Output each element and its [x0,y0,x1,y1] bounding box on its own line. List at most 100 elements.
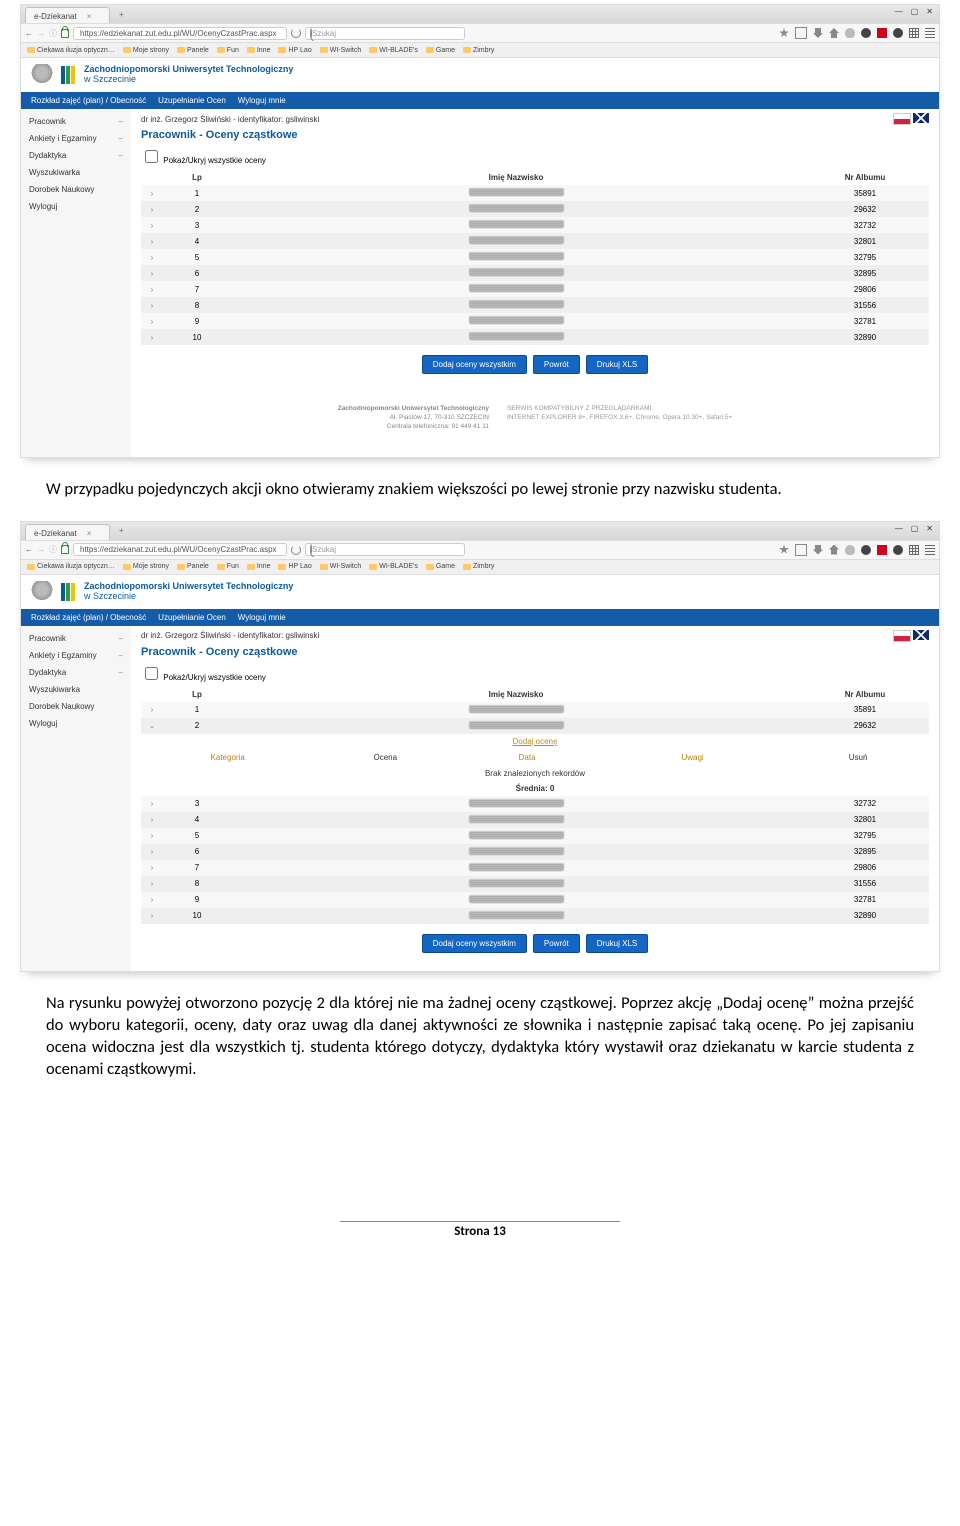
expand-toggle[interactable]: › [151,879,154,888]
flag-pl-icon[interactable] [893,113,911,125]
expand-toggle[interactable]: › [151,285,154,294]
extension2-icon[interactable] [893,545,903,555]
expand-toggle[interactable]: › [151,317,154,326]
th-date[interactable]: Data [456,749,598,766]
bookmark-item[interactable]: HP Lao [278,563,311,570]
pocket-icon[interactable] [795,544,807,556]
print-xls-button[interactable]: Drukuj XLS [586,934,648,953]
toggle-all-grades[interactable]: Pokaż/Ukryj wszystkie oceny [141,147,929,166]
flag-uk-icon[interactable] [913,113,929,123]
new-tab-button[interactable]: + [114,5,128,23]
window-minimize-button[interactable]: — [895,524,903,540]
sidebar-item-wyszukiwarka[interactable]: Wyszukiwarka [21,681,131,698]
extension-icon[interactable] [861,545,871,555]
adblock-icon[interactable] [877,545,887,555]
expand-toggle[interactable]: › [151,221,154,230]
window-minimize-button[interactable]: — [895,7,903,23]
home-icon[interactable] [829,545,839,555]
bookmark-item[interactable]: Inne [247,47,271,54]
bookmark-star-icon[interactable] [779,545,789,555]
toggle-all-grades[interactable]: Pokaż/Ukryj wszystkie oceny [141,664,929,683]
flag-uk-icon[interactable] [913,630,929,640]
add-grade-link[interactable]: Dodaj ocenę [141,734,929,749]
expand-toggle[interactable]: › [151,831,154,840]
toggle-checkbox[interactable] [145,667,158,680]
bookmark-item[interactable]: Inne [247,563,271,570]
bookmark-item[interactable]: Ciekawa iluzja optyczn… [27,47,115,54]
pocket-icon[interactable] [795,27,807,39]
nav-rozklad[interactable]: Rozkład zajęć (plan) / Obecność [31,96,146,105]
reload-button[interactable] [291,545,301,555]
downloads-icon[interactable] [813,28,823,38]
sidebar-item-dydaktyka[interactable]: Dydaktyka– [21,147,131,164]
bookmark-item[interactable]: WI-BLADE's [369,47,418,54]
back-button[interactable]: ← [25,545,33,554]
tab-close-icon[interactable]: × [87,529,92,538]
sidebar-item-pracownik[interactable]: Pracownik– [21,113,131,130]
bookmark-star-icon[interactable] [779,28,789,38]
expand-toggle[interactable]: › [151,237,154,246]
tab-close-icon[interactable]: × [87,12,92,21]
forward-button[interactable]: → [37,545,45,554]
th-category[interactable]: Kategoria [141,749,314,766]
home-icon[interactable] [829,28,839,38]
weather-icon[interactable] [845,545,855,555]
expand-toggle[interactable]: › [151,847,154,856]
expand-toggle[interactable]: › [151,911,154,920]
adblock-icon[interactable] [877,28,887,38]
add-all-button[interactable]: Dodaj oceny wszystkim [422,934,527,953]
bookmark-item[interactable]: Game [426,47,455,54]
flag-pl-icon[interactable] [893,630,911,642]
expand-toggle[interactable]: › [151,269,154,278]
bookmark-item[interactable]: Panele [177,47,209,54]
bookmark-item[interactable]: Zimbry [463,563,494,570]
sidebar-item-pracownik[interactable]: Pracownik– [21,630,131,647]
bookmark-item[interactable]: Game [426,563,455,570]
window-maximize-button[interactable]: ▢ [911,524,919,540]
url-field[interactable]: https://edziekanat.zut.edu.pl/WU/OcenyCz… [73,27,287,40]
weather-icon[interactable] [845,28,855,38]
add-all-button[interactable]: Dodaj oceny wszystkim [422,355,527,374]
sidebar-item-dorobek[interactable]: Dorobek Naukowy [21,698,131,715]
sidebar-item-ankiety[interactable]: Ankiety i Egzaminy– [21,647,131,664]
expand-toggle[interactable]: ⌄ [149,721,156,730]
search-field[interactable]: Szukaj [305,27,465,40]
menu-icon[interactable] [925,28,935,38]
expand-toggle[interactable]: › [151,895,154,904]
expand-toggle[interactable]: › [151,705,154,714]
nav-uzup[interactable]: Uzupełnianie Ocen [158,613,226,622]
url-field[interactable]: https://edziekanat.zut.edu.pl/WU/OcenyCz… [73,543,287,556]
sidebar-item-wyloguj[interactable]: Wyloguj [21,715,131,732]
bookmark-item[interactable]: Fun [217,47,239,54]
expand-toggle[interactable]: › [151,799,154,808]
window-maximize-button[interactable]: ▢ [911,7,919,23]
extension-icon[interactable] [861,28,871,38]
menu-icon[interactable] [925,545,935,555]
expand-toggle[interactable]: › [151,301,154,310]
expand-toggle[interactable]: › [151,253,154,262]
sidebar-item-dydaktyka[interactable]: Dydaktyka– [21,664,131,681]
bookmark-item[interactable]: WI-BLADE's [369,563,418,570]
nav-uzup[interactable]: Uzupełnianie Ocen [158,96,226,105]
th-notes[interactable]: Uwagi [598,749,787,766]
back-button[interactable]: Powrót [533,934,580,953]
back-button[interactable]: ← [25,29,33,38]
expand-toggle[interactable]: › [151,333,154,342]
bookmark-item[interactable]: WI-Switch [320,47,362,54]
window-close-button[interactable]: ✕ [926,7,933,23]
bookmark-item[interactable]: WI-Switch [320,563,362,570]
browser-tab[interactable]: e-Dziekanat× [25,524,110,540]
apps-icon[interactable] [909,545,919,555]
apps-icon[interactable] [909,28,919,38]
bookmark-item[interactable]: Panele [177,563,209,570]
nav-rozklad[interactable]: Rozkład zajęć (plan) / Obecność [31,613,146,622]
bookmark-item[interactable]: Moje strony [123,563,169,570]
toggle-checkbox[interactable] [145,150,158,163]
reload-button[interactable] [291,28,301,38]
bookmark-item[interactable]: Ciekawa iluzja optyczn… [27,563,115,570]
bookmark-item[interactable]: HP Lao [278,47,311,54]
forward-button[interactable]: → [37,29,45,38]
bookmark-item[interactable]: Fun [217,563,239,570]
expand-toggle[interactable]: › [151,815,154,824]
sidebar-item-wyloguj[interactable]: Wyloguj [21,198,131,215]
